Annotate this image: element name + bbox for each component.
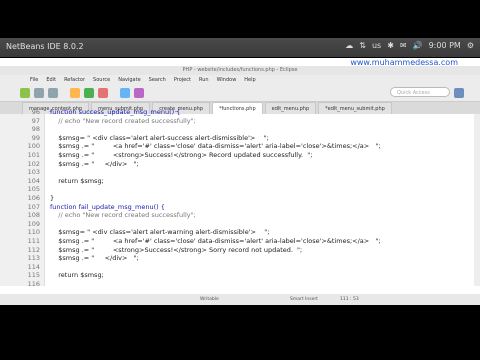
line-number: 113 xyxy=(27,254,40,263)
line-number: 96 xyxy=(31,108,40,116)
dropbox-icon[interactable]: ☁ xyxy=(345,41,353,50)
line-number: 107 xyxy=(27,202,40,211)
line-number: 105 xyxy=(27,185,40,194)
line-number: 98 xyxy=(31,125,40,134)
code-line[interactable]: $smsg .= " </div> "; xyxy=(50,254,139,263)
menu-file[interactable]: File xyxy=(30,75,38,85)
code-line[interactable]: // echo "New record created successfully… xyxy=(50,211,196,220)
line-number: 111 xyxy=(27,237,40,245)
toolbar: Quick Access xyxy=(0,85,480,102)
window-title: PHP - website/includes/functions.php - E… xyxy=(0,66,480,75)
status-insert-mode: Smart Insert xyxy=(290,297,318,302)
menu-edit[interactable]: Edit xyxy=(46,75,56,85)
code-line[interactable]: // echo "New record created successfully… xyxy=(50,117,196,126)
run-icon[interactable] xyxy=(84,88,94,98)
status-cursor-position: 111 : 53 xyxy=(340,297,359,302)
bluetooth-icon[interactable]: ✱ xyxy=(387,41,394,50)
volume-icon[interactable]: 🔊 xyxy=(413,41,423,50)
letterbox-top xyxy=(0,0,480,38)
line-number: 102 xyxy=(27,159,40,168)
line-number: 99 xyxy=(31,133,40,142)
line-number: 109 xyxy=(27,219,40,228)
quick-access-input[interactable]: Quick Access xyxy=(390,87,450,97)
menu-navigate[interactable]: Navigate xyxy=(118,75,140,85)
line-number: 114 xyxy=(27,262,40,271)
debug-icon[interactable] xyxy=(98,88,108,98)
code-line[interactable]: return $smsg; xyxy=(50,271,104,280)
line-number: 104 xyxy=(27,176,40,185)
power-icon[interactable]: ⚙ xyxy=(467,41,474,50)
line-number: 116 xyxy=(27,280,40,288)
code-editor[interactable]: 96 function success_update_msg_menu() {97… xyxy=(0,108,480,294)
build-icon[interactable] xyxy=(70,88,80,98)
code-line[interactable]: $smsg .= " </div> "; xyxy=(50,160,139,169)
php-perspective-icon[interactable] xyxy=(454,88,464,98)
status-writable: Writable xyxy=(200,297,219,302)
save-icon[interactable] xyxy=(34,88,44,98)
code-line[interactable]: return $smsg; xyxy=(50,177,104,186)
menu-refactor[interactable]: Refactor xyxy=(64,75,85,85)
line-number: 108 xyxy=(27,211,40,220)
line-number: 97 xyxy=(31,116,40,125)
network-icon[interactable]: ⇅ xyxy=(359,41,366,50)
menu-help[interactable]: Help xyxy=(244,75,255,85)
menu-bar: File Edit Refactor Source Navigate Searc… xyxy=(0,75,480,85)
clock[interactable]: 9:00 PM xyxy=(429,41,461,50)
mail-icon[interactable]: ✉ xyxy=(400,41,407,50)
vertical-scrollbar[interactable] xyxy=(474,114,480,286)
new-file-icon[interactable] xyxy=(20,88,30,98)
system-tray: ☁ ⇅ us ✱ ✉ 🔊 9:00 PM ⚙ xyxy=(345,41,474,50)
line-number: 103 xyxy=(27,168,40,177)
top-panel: NetBeans IDE 8.0.2 ☁ ⇅ us ✱ ✉ 🔊 9:00 PM … xyxy=(0,38,480,57)
menu-project[interactable]: Project xyxy=(174,75,191,85)
ide-window: PHP - website/includes/functions.php - E… xyxy=(0,66,480,305)
line-number: 100 xyxy=(27,142,40,151)
line-number: 110 xyxy=(27,228,40,237)
panel-app-title: NetBeans IDE 8.0.2 xyxy=(6,42,84,51)
line-number: 101 xyxy=(27,151,40,159)
line-number: 112 xyxy=(27,245,40,254)
keyboard-layout[interactable]: us xyxy=(372,41,381,50)
search-icon[interactable] xyxy=(120,88,130,98)
status-bar: Writable Smart Insert 111 : 53 xyxy=(0,294,480,305)
print-icon[interactable] xyxy=(48,88,58,98)
line-number: 115 xyxy=(27,271,40,280)
menu-source[interactable]: Source xyxy=(93,75,110,85)
menu-run[interactable]: Run xyxy=(199,75,209,85)
open-type-icon[interactable] xyxy=(134,88,144,98)
menu-search[interactable]: Search xyxy=(149,75,166,85)
screen: NetBeans IDE 8.0.2 ☁ ⇅ us ✱ ✉ 🔊 9:00 PM … xyxy=(0,0,480,360)
line-number: 106 xyxy=(27,194,40,202)
menu-window[interactable]: Window xyxy=(217,75,237,85)
letterbox-bottom xyxy=(0,307,480,360)
